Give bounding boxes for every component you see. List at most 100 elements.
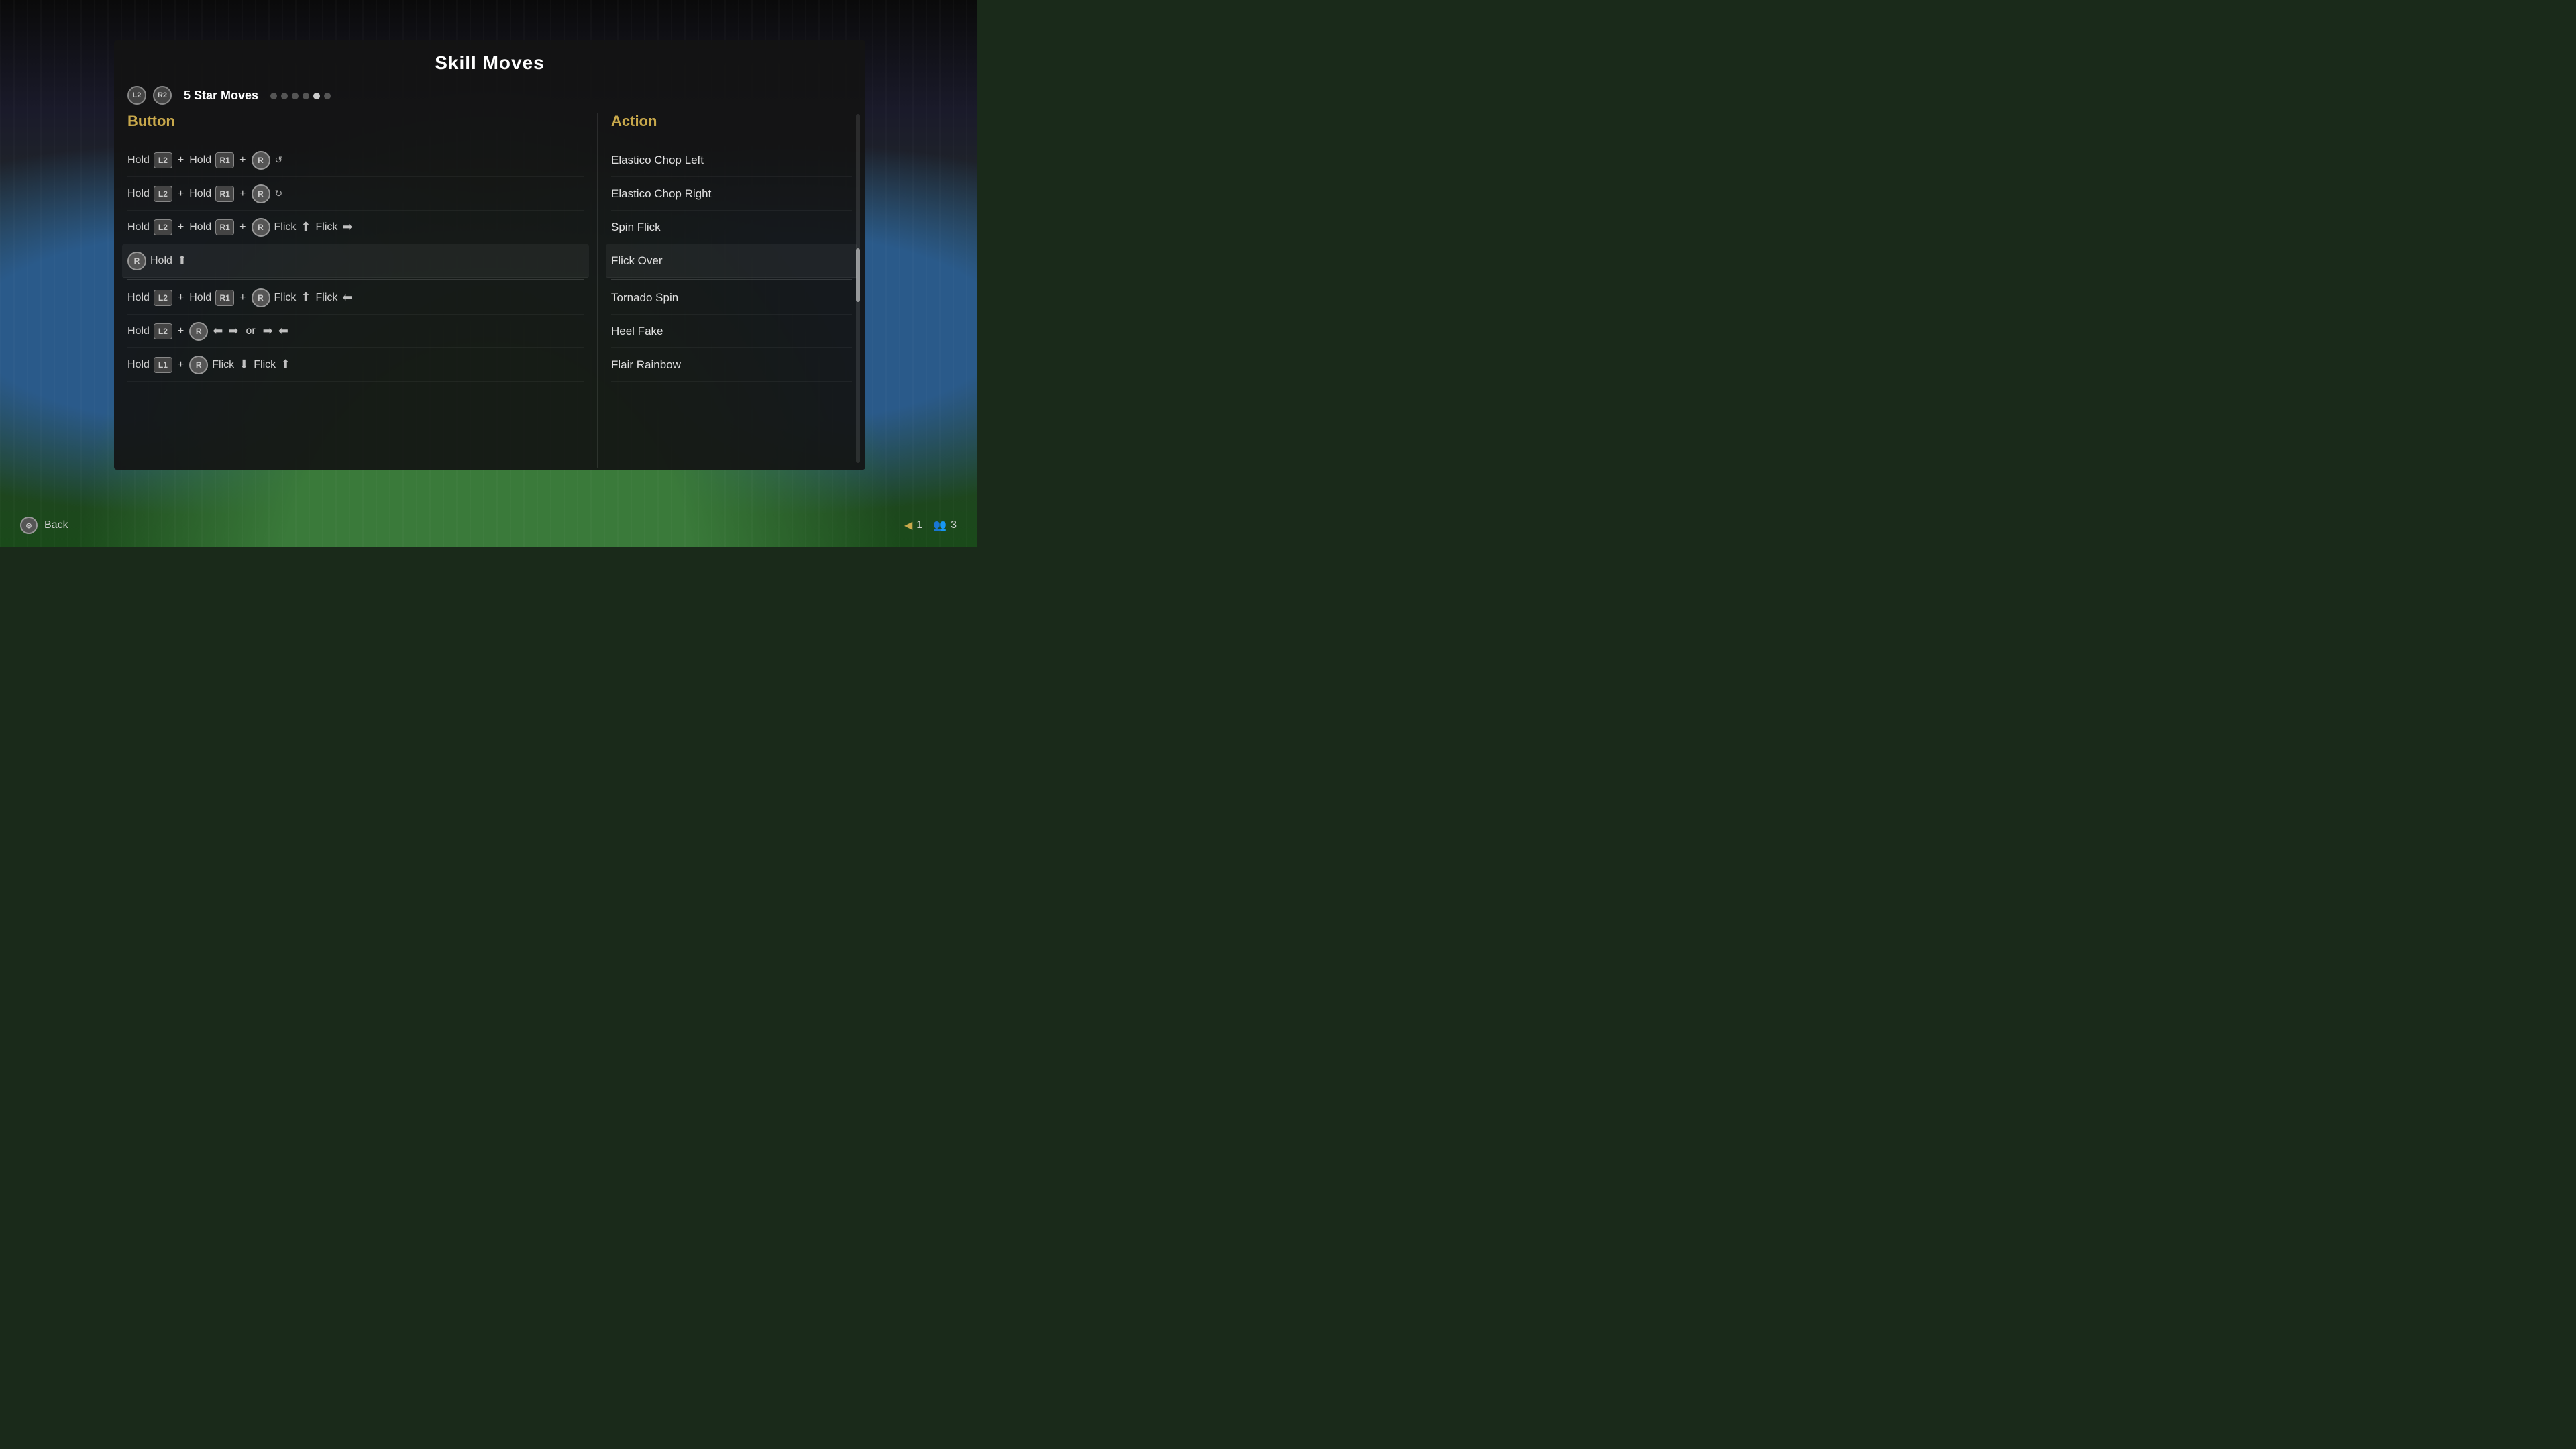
flick-text-7: Flick bbox=[212, 359, 234, 371]
action-text-5: Tornado Spin bbox=[611, 291, 678, 305]
r-btn-2: R bbox=[252, 184, 270, 203]
plus-5b: + bbox=[239, 292, 246, 304]
hold-text-1: Hold bbox=[127, 154, 150, 166]
l2-btn-5: L2 bbox=[154, 290, 172, 306]
action-row-5: Tornado Spin bbox=[611, 281, 852, 315]
move-row-2: Hold L2 + Hold R1 + R ↻ bbox=[127, 177, 584, 211]
hold-text-2b: Hold bbox=[189, 188, 211, 200]
l1-btn-7: L1 bbox=[154, 357, 172, 373]
action-divider bbox=[611, 279, 852, 280]
content-area: Button Hold L2 + Hold R1 + R ↺ Hold L2 +… bbox=[114, 113, 865, 468]
hold-text-7: Hold bbox=[127, 359, 150, 371]
rotate-right-arrow-2: ↻ bbox=[275, 188, 283, 199]
skill-moves-panel: Skill Moves L2 R2 5 Star Moves Button Ho… bbox=[114, 40, 865, 470]
dot-2 bbox=[281, 93, 288, 99]
r-btn-6: R bbox=[189, 322, 208, 341]
rotate-left-arrow-1: ↺ bbox=[275, 154, 283, 166]
r1-btn-3: R1 bbox=[215, 219, 234, 235]
hold-text-5b: Hold bbox=[189, 292, 211, 304]
back-circle-icon: ⊙ bbox=[20, 517, 38, 534]
hold-text-6: Hold bbox=[127, 325, 150, 337]
r2-button[interactable]: R2 bbox=[153, 86, 172, 105]
action-text-3: Spin Flick bbox=[611, 221, 661, 234]
or-text-6: or bbox=[246, 325, 255, 337]
action-text-4: Flick Over bbox=[611, 254, 663, 268]
arrow-left-6: ⬅ bbox=[213, 324, 223, 338]
r-btn-4: R bbox=[127, 252, 146, 270]
dot-4 bbox=[303, 93, 309, 99]
action-text-7: Flair Rainbow bbox=[611, 358, 681, 372]
dot-5 bbox=[313, 93, 320, 99]
plus-3: + bbox=[178, 221, 184, 233]
action-row-3: Spin Flick bbox=[611, 211, 852, 244]
arrow-up-5: ⬆ bbox=[301, 290, 311, 305]
move-row-4: R Hold ⬆ bbox=[122, 244, 589, 278]
section-title: 5 Star Moves bbox=[184, 89, 258, 103]
r-btn-5: R bbox=[252, 288, 270, 307]
divider bbox=[127, 279, 584, 280]
back-button[interactable]: ⊙ Back bbox=[20, 517, 68, 534]
arrow-down-7: ⬇ bbox=[239, 358, 249, 372]
arrow-up-7: ⬆ bbox=[280, 358, 290, 372]
player-count: 3 bbox=[951, 519, 957, 531]
scrollbar[interactable] bbox=[856, 114, 860, 463]
button-column: Button Hold L2 + Hold R1 + R ↺ Hold L2 +… bbox=[127, 113, 597, 468]
page-number: 1 bbox=[916, 519, 922, 531]
plus-6: + bbox=[178, 325, 184, 337]
arrow-up-3: ⬆ bbox=[301, 220, 311, 234]
hold-text-5: Hold bbox=[127, 292, 150, 304]
hold-text-3: Hold bbox=[127, 221, 150, 233]
action-column-header: Action bbox=[611, 113, 852, 133]
action-row-1: Elastico Chop Left bbox=[611, 144, 852, 177]
button-column-header: Button bbox=[127, 113, 584, 133]
scrollbar-thumb[interactable] bbox=[856, 248, 860, 302]
action-text-6: Heel Fake bbox=[611, 325, 663, 338]
arrow-left-5: ⬅ bbox=[342, 290, 352, 305]
action-row-7: Flair Rainbow bbox=[611, 348, 852, 382]
plus-2b: + bbox=[239, 188, 246, 200]
plus-7: + bbox=[178, 359, 184, 371]
action-text-1: Elastico Chop Left bbox=[611, 154, 704, 167]
l2-btn-6: L2 bbox=[154, 323, 172, 339]
page-dots bbox=[270, 93, 331, 99]
flick-text-5b: Flick bbox=[315, 292, 337, 304]
flick-text-7b: Flick bbox=[254, 359, 276, 371]
l2-button[interactable]: L2 bbox=[127, 86, 146, 105]
r-btn-3: R bbox=[252, 218, 270, 237]
page-back-icon: ◀ bbox=[904, 519, 912, 532]
dot-1 bbox=[270, 93, 277, 99]
hold-text-3b: Hold bbox=[189, 221, 211, 233]
flick-text-3b: Flick bbox=[315, 221, 337, 233]
move-row-5: Hold L2 + Hold R1 + R Flick ⬆ Flick ⬅ bbox=[127, 281, 584, 315]
dot-6 bbox=[324, 93, 331, 99]
panel-title: Skill Moves bbox=[114, 40, 865, 80]
page-number-item: ◀ 1 bbox=[904, 519, 922, 532]
flick-text-5: Flick bbox=[274, 292, 297, 304]
hold-text-4: Hold bbox=[150, 255, 172, 267]
l2-btn-3: L2 bbox=[154, 219, 172, 235]
move-row-3: Hold L2 + Hold R1 + R Flick ⬆ Flick ➡ bbox=[127, 211, 584, 244]
move-row-7: Hold L1 + R Flick ⬇ Flick ⬆ bbox=[127, 348, 584, 382]
plus-3b: + bbox=[239, 221, 246, 233]
player-count-item: 👥 3 bbox=[933, 519, 957, 532]
plus-1b: + bbox=[239, 154, 246, 166]
r1-btn-2: R1 bbox=[215, 186, 234, 202]
l2-btn-1: L2 bbox=[154, 152, 172, 168]
move-row-1: Hold L2 + Hold R1 + R ↺ bbox=[127, 144, 584, 177]
players-icon: 👥 bbox=[933, 519, 947, 532]
page-info: ◀ 1 👥 3 bbox=[904, 519, 957, 532]
arrow-right-6: ➡ bbox=[228, 324, 238, 338]
action-text-2: Elastico Chop Right bbox=[611, 187, 711, 201]
plus-5: + bbox=[178, 292, 184, 304]
r-btn-1: R bbox=[252, 151, 270, 170]
nav-row: L2 R2 5 Star Moves bbox=[114, 80, 865, 113]
action-row-4: Flick Over bbox=[606, 244, 857, 278]
move-row-6: Hold L2 + R ⬅ ➡ or ➡ ⬅ bbox=[127, 315, 584, 348]
bottom-nav: ⊙ Back ◀ 1 👥 3 bbox=[0, 517, 977, 534]
r1-btn-5: R1 bbox=[215, 290, 234, 306]
hold-text-2: Hold bbox=[127, 188, 150, 200]
arrow-right-3: ➡ bbox=[342, 220, 352, 234]
dot-3 bbox=[292, 93, 299, 99]
arrow-up-4: ⬆ bbox=[177, 254, 187, 268]
action-row-2: Elastico Chop Right bbox=[611, 177, 852, 211]
